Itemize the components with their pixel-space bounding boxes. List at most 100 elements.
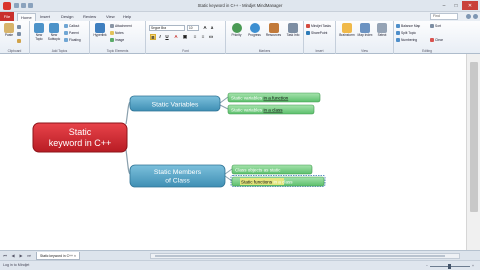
- group-clipboard: Paste Clipboard: [0, 21, 30, 54]
- split-topic-button[interactable]: Split Topic: [396, 30, 416, 36]
- scrollbar-thumb[interactable]: [470, 62, 478, 212]
- sort-button[interactable]: Sort: [430, 23, 441, 29]
- mindmanager-logo-icon[interactable]: [3, 2, 11, 10]
- tab-design[interactable]: Design: [58, 13, 76, 21]
- group-label: Add Topics: [51, 49, 68, 53]
- shrink-font-icon[interactable]: a: [209, 25, 215, 31]
- underline-button[interactable]: U: [164, 34, 170, 40]
- document-tabs-bar: ⏮ ◀ ▶ ⏭ Static keyword in C++ ×: [0, 250, 480, 260]
- sharepoint-button[interactable]: SharePoint: [306, 30, 327, 36]
- connector-line: [125, 149, 131, 175]
- floating-button[interactable]: Floating: [64, 37, 81, 43]
- subtopic-class-objects-static[interactable]: Class objects as static: [231, 164, 313, 175]
- main-topic-static-variables[interactable]: Static Variables: [129, 95, 221, 112]
- central-topic[interactable]: Static keyword in C++: [32, 122, 128, 153]
- align-left-icon[interactable]: ≡: [192, 34, 198, 40]
- tab-file[interactable]: File: [0, 12, 14, 21]
- quick-access-toolbar: [14, 3, 33, 8]
- close-icon[interactable]: ✕: [462, 1, 478, 10]
- format-painter-button[interactable]: [17, 38, 22, 44]
- map-index-button[interactable]: Map Index: [357, 23, 373, 45]
- group-label: Font: [182, 49, 189, 53]
- balance-map-button[interactable]: Balance Map: [396, 23, 420, 29]
- attachment-button[interactable]: Attachment: [110, 23, 132, 29]
- maximize-icon[interactable]: □: [450, 1, 462, 10]
- save-icon[interactable]: [14, 3, 19, 8]
- document-tab-label: Static keyword in C++: [40, 254, 73, 258]
- font-size-select[interactable]: 10: [187, 25, 199, 31]
- priority-button[interactable]: Priority: [228, 23, 245, 45]
- tab-row-icons: [466, 14, 478, 19]
- subtopic-static-variables-function[interactable]: Static variables in a function: [227, 92, 321, 103]
- tab-home[interactable]: Home: [17, 13, 36, 21]
- group-label: Topic Elements: [106, 49, 129, 53]
- map-canvas[interactable]: Static keyword in C++ Static Variables S…: [0, 54, 466, 250]
- vertical-scrollbar[interactable]: [466, 54, 480, 250]
- balance-map-icon: [396, 23, 400, 28]
- close-tab-icon[interactable]: ×: [74, 254, 76, 258]
- tab-help[interactable]: Help: [120, 13, 134, 21]
- progress-button[interactable]: Progress: [246, 23, 263, 45]
- hyperlink-button[interactable]: Hyperlink: [92, 23, 108, 45]
- notes-button[interactable]: Notes: [110, 30, 124, 36]
- numbering-icon: [396, 37, 400, 42]
- task-info-icon: [288, 23, 298, 33]
- scrollbar-thumb[interactable]: [155, 255, 445, 257]
- collapse-ribbon-icon[interactable]: [473, 14, 478, 19]
- zoom-slider[interactable]: [430, 263, 471, 269]
- tab-view[interactable]: View: [103, 13, 118, 21]
- document-tab[interactable]: Static keyword in C++ ×: [36, 252, 80, 260]
- paste-button[interactable]: Paste: [2, 23, 16, 45]
- help-icon[interactable]: [466, 14, 471, 19]
- font-color-button[interactable]: A: [173, 34, 179, 40]
- font-family-select[interactable]: Segoe Bra: [149, 25, 185, 31]
- copy-button[interactable]: [17, 31, 22, 37]
- fill-color-icon[interactable]: ▣: [182, 34, 188, 40]
- zoom-in-icon[interactable]: +: [472, 264, 474, 268]
- parent-icon: [64, 30, 68, 35]
- subtopic-static-variables-class[interactable]: Static variables in a class: [227, 104, 315, 115]
- first-tab-icon[interactable]: ⏮: [2, 253, 8, 259]
- numbering-button[interactable]: Numbering: [396, 37, 417, 43]
- clipboard-icon: [4, 23, 14, 33]
- prev-tab-icon[interactable]: ◀: [10, 253, 16, 259]
- eraser-icon: [430, 37, 434, 42]
- redo-icon[interactable]: [28, 3, 33, 8]
- image-button[interactable]: Image: [110, 37, 124, 43]
- zoom-out-icon[interactable]: −: [426, 264, 428, 268]
- bold-button[interactable]: B: [150, 34, 156, 40]
- tab-insert[interactable]: Insert: [37, 13, 53, 21]
- tab-review[interactable]: Review: [80, 13, 99, 21]
- italic-button[interactable]: I: [157, 34, 163, 40]
- zoom-slider-knob[interactable]: [448, 263, 452, 269]
- shape-icon[interactable]: ▭: [208, 34, 214, 40]
- parent-button[interactable]: Parent: [64, 30, 79, 36]
- main-topic-static-members[interactable]: Static Members of Class: [129, 164, 226, 188]
- search-input[interactable]: Find: [430, 13, 458, 20]
- cut-button[interactable]: [17, 24, 22, 30]
- grow-font-icon[interactable]: A: [202, 25, 208, 31]
- main-topic-label: Static Variables: [152, 102, 199, 109]
- task-info-button[interactable]: Task Info: [284, 23, 302, 45]
- select-button[interactable]: Select: [374, 23, 390, 45]
- horizontal-scrollbar[interactable]: [150, 253, 460, 259]
- next-tab-icon[interactable]: ▶: [18, 253, 24, 259]
- window-title: Static keyword in C++ - Mindjet MindMana…: [197, 3, 283, 8]
- window-controls: – □ ✕: [438, 1, 478, 10]
- mindjet-tasks-button[interactable]: Mindjet Tasks: [306, 23, 331, 29]
- undo-icon[interactable]: [21, 3, 26, 8]
- new-topic-button[interactable]: New Topic: [32, 23, 46, 45]
- last-tab-icon[interactable]: ⏭: [26, 253, 32, 259]
- resources-button[interactable]: Resources: [264, 23, 283, 45]
- new-subtopic-button[interactable]: New Subtopic: [47, 23, 61, 45]
- status-bar: Log in to Mindjet − +: [0, 260, 480, 270]
- group-label: Editing: [422, 49, 432, 53]
- minimize-icon[interactable]: –: [438, 1, 450, 10]
- callout-button[interactable]: Callout: [64, 23, 79, 29]
- align-center-icon[interactable]: ≡: [200, 34, 206, 40]
- new-subtopic-icon: [49, 23, 59, 33]
- brainstorm-button[interactable]: Brainstorm: [338, 23, 356, 45]
- status-text[interactable]: Log in to Mindjet: [3, 263, 29, 267]
- subtopic-static-functions-class[interactable]: Static functions in a class: [230, 175, 326, 187]
- clear-button[interactable]: Clear: [430, 37, 443, 43]
